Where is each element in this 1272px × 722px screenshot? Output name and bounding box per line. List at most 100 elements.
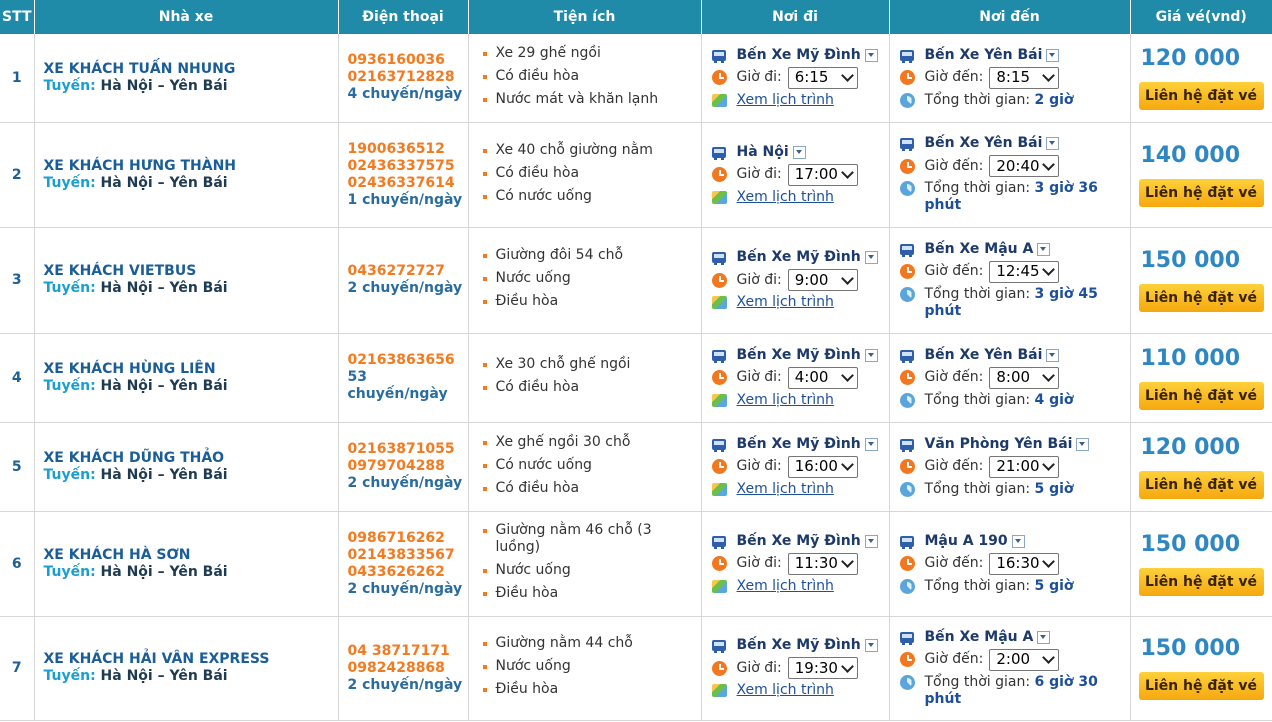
duration-icon bbox=[899, 392, 915, 408]
chevron-down-icon[interactable] bbox=[864, 251, 878, 264]
view-schedule-link[interactable]: Xem lịch trình bbox=[737, 92, 834, 109]
depart-time-value: 16:00 bbox=[794, 457, 838, 475]
phone-number[interactable]: 02436337575 bbox=[348, 158, 468, 175]
table-row: 2 XE KHÁCH HƯNG THÀNH Tuyến: Hà Nội – Yê… bbox=[0, 122, 1272, 228]
phone-cell: 04 38717171 0982428868 2 chuyến/ngày bbox=[338, 616, 469, 721]
departure-station[interactable]: Bến Xe Mỹ Đình bbox=[711, 436, 889, 453]
book-ticket-button[interactable]: Liên hệ đặt vé bbox=[1138, 178, 1264, 207]
book-ticket-button[interactable]: Liên hệ đặt vé bbox=[1138, 470, 1264, 499]
arrive-time-select[interactable]: 16:30 bbox=[989, 552, 1060, 575]
amenity-item: Có điều hòa bbox=[481, 480, 701, 497]
chevron-down-icon[interactable] bbox=[1011, 534, 1025, 548]
phone-list: 04 38717171 0982428868 bbox=[348, 643, 468, 677]
chevron-down-icon[interactable] bbox=[1046, 48, 1060, 62]
arrive-time-select[interactable]: 21:00 bbox=[989, 455, 1060, 478]
departure-station[interactable]: Bến Xe Mỹ Đình bbox=[711, 637, 889, 654]
arrival-station[interactable]: Bến Xe Mậu A bbox=[899, 629, 1130, 646]
amenity-item: Giường nằm 46 chỗ (3 luồng) bbox=[481, 522, 701, 556]
company-name[interactable]: XE KHÁCH HÀ SƠN bbox=[44, 547, 338, 564]
departure-station[interactable]: Bến Xe Mỹ Đình bbox=[711, 347, 889, 364]
row-stt: 7 bbox=[0, 616, 35, 721]
chevron-down-icon[interactable] bbox=[792, 145, 806, 159]
arrive-time-select[interactable]: 8:15 bbox=[989, 66, 1060, 89]
book-ticket-button[interactable]: Liên hệ đặt vé bbox=[1138, 672, 1264, 700]
header-departure: Nơi đi bbox=[701, 0, 890, 34]
chevron-down-icon[interactable] bbox=[1076, 437, 1090, 451]
route-label: Tuyến: bbox=[43, 280, 96, 296]
arrive-time-select[interactable]: 20:40 bbox=[989, 155, 1060, 177]
phone-number[interactable]: 02163871055 bbox=[348, 441, 468, 458]
view-schedule-link[interactable]: Xem lịch trình bbox=[737, 189, 834, 206]
arrive-time-select[interactable]: 8:00 bbox=[989, 366, 1060, 389]
book-ticket-button[interactable]: Liên hệ đặt vé bbox=[1138, 81, 1264, 110]
depart-time-select[interactable]: 9:00 bbox=[787, 269, 858, 291]
phone-number[interactable]: 0982428868 bbox=[348, 660, 468, 677]
arrival-time-row: Giờ đến: 8:00 bbox=[899, 366, 1130, 389]
schedule-row: Xem lịch trình bbox=[711, 578, 889, 595]
company-name[interactable]: XE KHÁCH DŨNG THẢO bbox=[44, 450, 338, 467]
phone-number[interactable]: 04 38717171 bbox=[348, 643, 468, 660]
depart-time-select[interactable]: 6:15 bbox=[787, 66, 858, 89]
phone-number[interactable]: 0936160036 bbox=[348, 52, 468, 69]
chevron-down-icon[interactable] bbox=[864, 348, 878, 362]
depart-time-select[interactable]: 11:30 bbox=[787, 552, 858, 575]
depart-time-select[interactable]: 16:00 bbox=[787, 455, 858, 478]
arrive-time-value: 8:15 bbox=[996, 68, 1031, 87]
departure-station-name: Bến Xe Mỹ Đình bbox=[736, 46, 861, 63]
departure-station[interactable]: Bến Xe Mỹ Đình bbox=[711, 46, 889, 64]
depart-time-select[interactable]: 17:00 bbox=[787, 163, 858, 186]
schedule-row: Xem lịch trình bbox=[711, 92, 889, 109]
arrival-station[interactable]: Văn Phòng Yên Bái bbox=[899, 436, 1130, 453]
chevron-down-icon[interactable] bbox=[864, 639, 878, 652]
view-schedule-link[interactable]: Xem lịch trình bbox=[737, 294, 834, 311]
departure-station-name: Bến Xe Mỹ Đình bbox=[736, 249, 861, 265]
arrival-cell: Bến Xe Yên Bái Giờ đến: 8:00 Tổng thời g… bbox=[889, 333, 1131, 423]
departure-station[interactable]: Bến Xe Mỹ Đình bbox=[711, 533, 889, 550]
view-schedule-link[interactable]: Xem lịch trình bbox=[737, 578, 834, 595]
phone-number[interactable]: 02436337614 bbox=[348, 175, 468, 192]
chevron-down-icon[interactable] bbox=[1046, 137, 1060, 150]
phone-number[interactable]: 0433626262 bbox=[348, 564, 468, 581]
chevron-down-icon[interactable] bbox=[1037, 630, 1051, 644]
view-schedule-link[interactable]: Xem lịch trình bbox=[737, 682, 834, 699]
amenity-item: Có điều hòa bbox=[481, 68, 701, 85]
phone-number[interactable]: 02143833567 bbox=[348, 547, 468, 564]
company-name[interactable]: XE KHÁCH HẢI VÂN EXPRESS bbox=[44, 651, 338, 668]
depart-time-label: Giờ đi: bbox=[736, 369, 782, 385]
book-ticket-button[interactable]: Liên hệ đặt vé bbox=[1138, 567, 1264, 596]
arrival-station[interactable]: Mậu A 190 bbox=[899, 533, 1130, 550]
chevron-down-icon[interactable] bbox=[864, 437, 878, 451]
arrive-time-select[interactable]: 12:45 bbox=[989, 260, 1060, 283]
departure-station[interactable]: Bến Xe Mỹ Đình bbox=[711, 249, 889, 266]
amenity-item: Giường đôi 54 chỗ bbox=[481, 247, 701, 264]
arrive-time-select[interactable]: 2:00 bbox=[989, 648, 1060, 671]
view-schedule-link[interactable]: Xem lịch trình bbox=[737, 481, 834, 498]
chevron-down-icon[interactable] bbox=[864, 534, 878, 548]
view-schedule-link[interactable]: Xem lịch trình bbox=[737, 392, 834, 409]
arrival-station[interactable]: Bến Xe Yên Bái bbox=[899, 47, 1130, 64]
company-name[interactable]: XE KHÁCH HƯNG THÀNH bbox=[44, 158, 338, 175]
chevron-down-icon[interactable] bbox=[1037, 242, 1051, 256]
departure-station[interactable]: Hà Nội bbox=[711, 144, 889, 161]
arrival-time-row: Giờ đến: 16:30 bbox=[899, 552, 1130, 575]
phone-number[interactable]: 02163712828 bbox=[348, 69, 468, 86]
depart-time-select[interactable]: 4:00 bbox=[787, 366, 858, 389]
phone-number[interactable]: 0436272727 bbox=[348, 263, 468, 280]
depart-time-select[interactable]: 19:30 bbox=[787, 657, 858, 679]
phone-number[interactable]: 0986716262 bbox=[348, 530, 468, 547]
arrival-station[interactable]: Bến Xe Mậu A bbox=[899, 241, 1130, 258]
chevron-down-icon[interactable] bbox=[1046, 348, 1060, 362]
company-cell: XE KHÁCH HÙNG LIÊN Tuyến: Hà Nội – Yên B… bbox=[34, 333, 339, 423]
schedule-row: Xem lịch trình bbox=[711, 392, 889, 409]
phone-number[interactable]: 0979704288 bbox=[348, 458, 468, 475]
book-ticket-button[interactable]: Liên hệ đặt vé bbox=[1138, 284, 1264, 312]
arrival-station[interactable]: Bến Xe Yên Bái bbox=[899, 347, 1130, 364]
book-ticket-button[interactable]: Liên hệ đặt vé bbox=[1138, 381, 1264, 410]
arrival-station[interactable]: Bến Xe Yên Bái bbox=[899, 135, 1130, 152]
chevron-down-icon[interactable] bbox=[864, 48, 878, 62]
phone-number[interactable]: 02163863656 bbox=[348, 352, 468, 369]
phone-number[interactable]: 1900636512 bbox=[348, 141, 468, 158]
company-name[interactable]: XE KHÁCH HÙNG LIÊN bbox=[44, 361, 338, 378]
company-name[interactable]: XE KHÁCH TUẤN NHUNG bbox=[44, 61, 338, 78]
company-name[interactable]: XE KHÁCH VIETBUS bbox=[44, 263, 338, 280]
